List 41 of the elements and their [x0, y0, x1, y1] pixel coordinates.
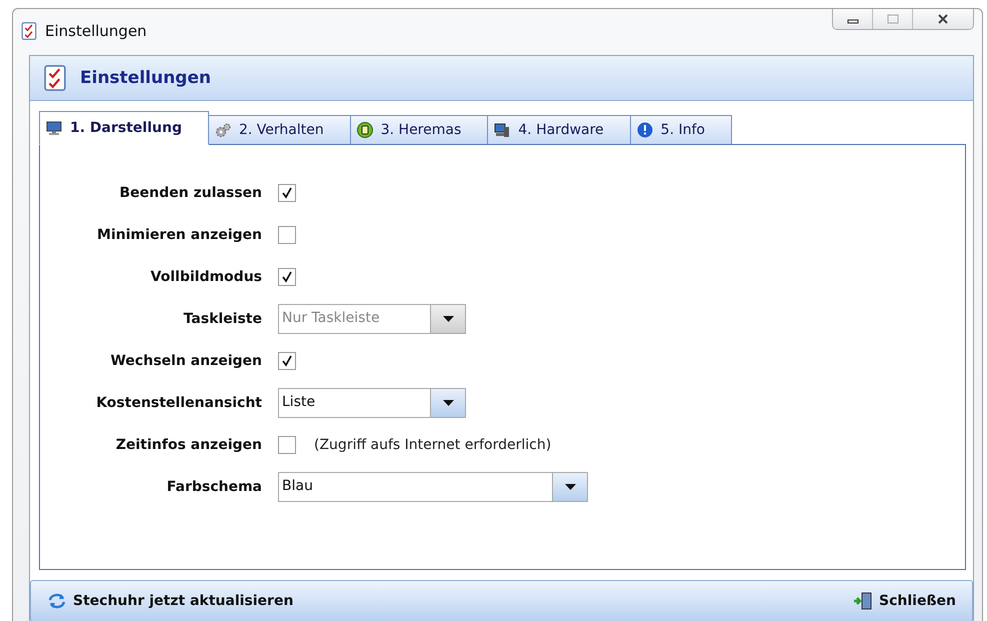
setting-label: Zeitinfos anzeigen [116, 437, 262, 453]
close-button[interactable]: Schließen [849, 590, 960, 612]
setting-label: Vollbildmodus [150, 269, 262, 285]
badge-icon [356, 122, 373, 138]
window-title: Einstellungen [45, 22, 148, 40]
dropdown[interactable]: Liste [278, 388, 466, 418]
tab[interactable]: 1. Darstellung [39, 111, 209, 145]
minimize-button[interactable] [833, 9, 873, 29]
hint-text: (Zugriff aufs Internet erforderlich) [314, 437, 552, 453]
refresh-icon [47, 592, 67, 610]
exit-door-icon [853, 592, 874, 610]
close-icon [937, 14, 949, 24]
setting-label: Wechseln anzeigen [110, 353, 262, 369]
dropdown-arrow-icon [442, 400, 454, 406]
info-icon [636, 122, 653, 138]
tab[interactable]: 2. Verhalten [208, 115, 351, 144]
gears-icon [214, 122, 231, 138]
checklist-icon [21, 22, 37, 40]
checkbox[interactable] [278, 436, 296, 454]
checkbox[interactable] [278, 184, 296, 202]
setting-label: Minimieren anzeigen [97, 227, 262, 243]
dropdown[interactable]: Blau [278, 472, 588, 502]
dropdown-arrow-icon [442, 316, 454, 322]
checkbox[interactable] [278, 226, 296, 244]
setting-label: Farbschema [166, 479, 262, 495]
computer-icon [494, 122, 510, 138]
close-button[interactable] [913, 9, 973, 29]
tab[interactable]: 3. Heremas [350, 115, 488, 144]
monitor-icon [46, 120, 62, 136]
setting-label: Beenden zulassen [120, 185, 262, 201]
refresh-button[interactable]: Stechuhr jetzt aktualisieren [43, 590, 298, 612]
header-title: Einstellungen [80, 68, 211, 88]
checklist-icon [44, 64, 66, 92]
maximize-icon [886, 14, 898, 24]
setting-label: Taskleiste [184, 311, 262, 327]
tab[interactable]: 4. Hardware [488, 115, 631, 144]
dropdown-arrow-icon [564, 484, 576, 490]
checkbox[interactable] [278, 352, 296, 370]
tab[interactable]: 5. Info [630, 115, 732, 144]
checkbox[interactable] [278, 268, 296, 286]
setting-label: Kostenstellenansicht [96, 395, 262, 411]
